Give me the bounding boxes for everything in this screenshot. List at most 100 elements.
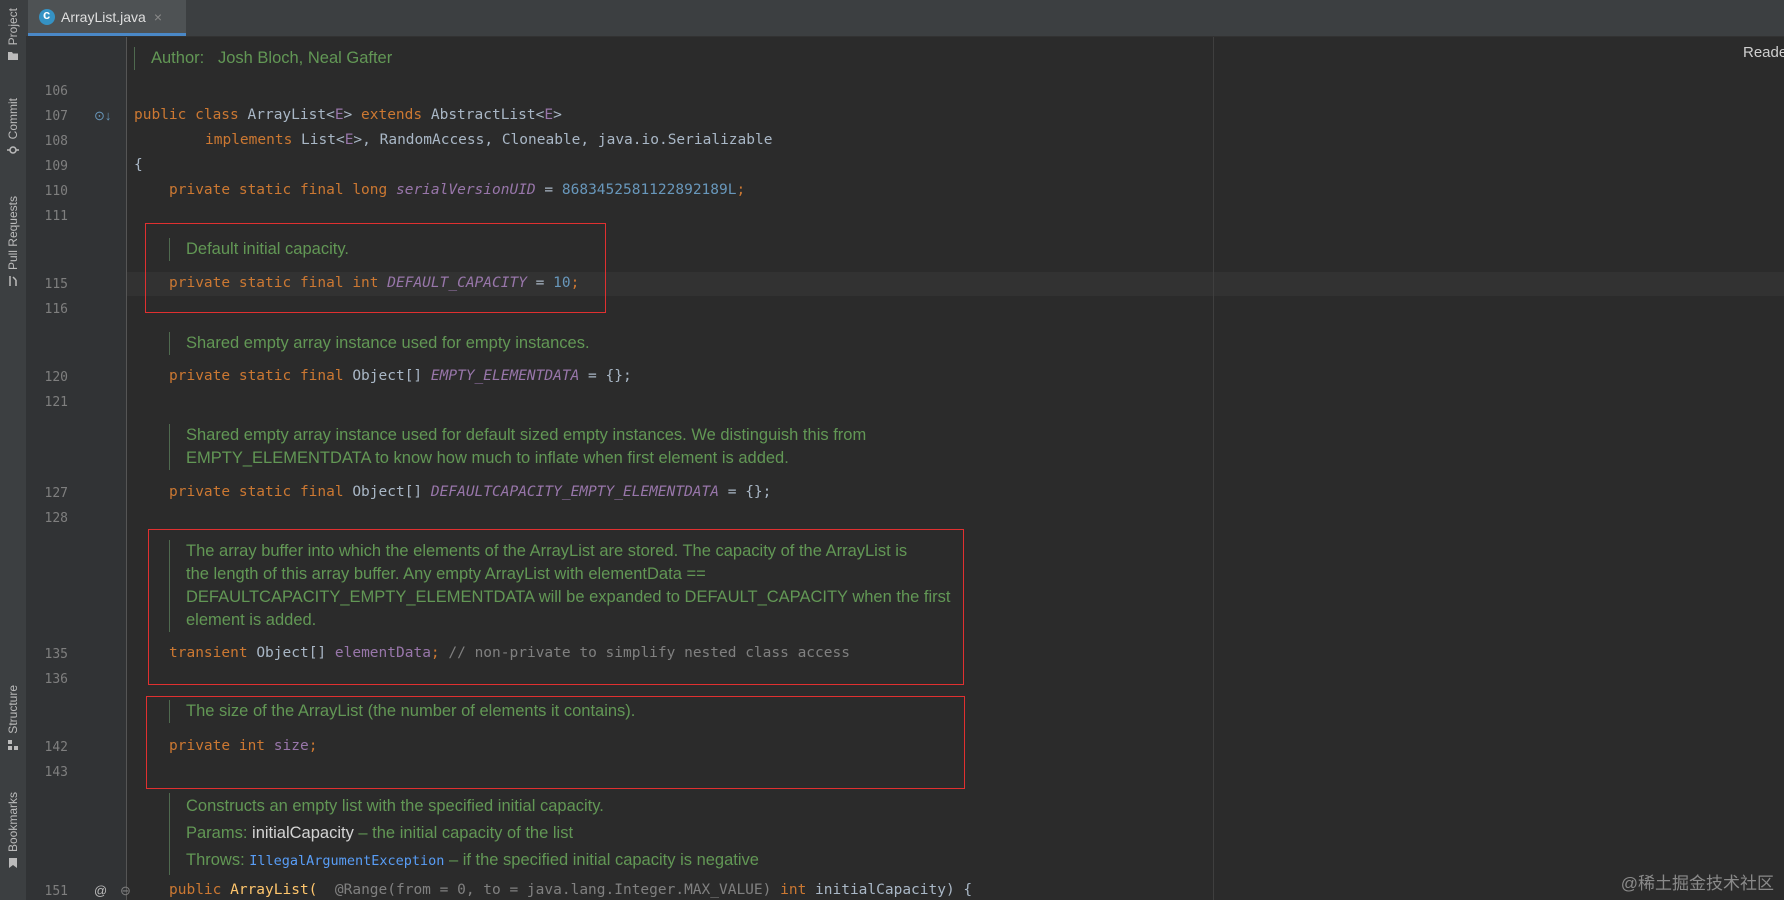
line-number: 142 xyxy=(44,740,68,755)
highlight-box-size xyxy=(146,696,965,789)
keyword: private static final xyxy=(169,368,353,384)
code-text: > xyxy=(553,107,562,123)
code-text: ; xyxy=(736,182,746,198)
type-param: E xyxy=(544,107,554,123)
code-text: List< xyxy=(301,132,345,148)
sidebar-structure-label: Structure xyxy=(6,685,20,734)
annotation: @Range(from = 0, to = java.lang.Integer.… xyxy=(317,882,772,898)
line-number: 106 xyxy=(44,84,68,99)
line-number: 110 xyxy=(44,184,68,199)
doc-throws: Throws: IllegalArgumentException – if th… xyxy=(186,847,759,875)
line-number: 107 xyxy=(44,109,68,124)
field-name: DEFAULTCAPACITY_EMPTY_ELEMENTDATA xyxy=(430,484,719,500)
author-value: Josh Bloch, Neal Gafter xyxy=(217,49,393,67)
sidebar-commit-label: Commit xyxy=(6,98,20,140)
commit-icon xyxy=(7,146,19,155)
superclass: AbstractList< xyxy=(430,107,545,123)
param-desc: – the initial capacity of the list xyxy=(353,824,574,842)
number-literal: 8683452581122892189L xyxy=(561,182,737,198)
doc-empty-elementdata: Shared empty array instance used for emp… xyxy=(169,332,590,355)
sidebar-project-label: Project xyxy=(6,8,20,46)
code-line-127: private static final Object[] DEFAULTCAP… xyxy=(169,484,771,500)
param-name: initialCapacity xyxy=(252,824,354,842)
field-name: EMPTY_ELEMENTDATA xyxy=(430,368,580,384)
code-line-151: public ArrayList( @Range(from = 0, to = … xyxy=(169,882,972,898)
code-text: = {}; xyxy=(579,368,632,384)
highlight-box-element-data xyxy=(148,529,964,685)
code-line-107: public class ArrayList<E> extends Abstra… xyxy=(134,107,562,123)
line-number: 127 xyxy=(44,486,68,501)
fold-icon[interactable]: ⊖ xyxy=(120,883,131,899)
structure-icon xyxy=(8,739,18,750)
throws-desc: – if the specified initial capacity is n… xyxy=(444,851,759,869)
keyword: private static final xyxy=(169,484,353,500)
class-name: ArrayList< xyxy=(247,107,335,123)
keyword: private static final long xyxy=(169,182,396,198)
close-icon[interactable]: × xyxy=(154,9,162,25)
sidebar-item-structure[interactable]: Structure xyxy=(0,685,26,751)
type-name: Object[] xyxy=(352,484,431,500)
code-text: >, RandomAccess, Cloneable, java.io.Seri… xyxy=(353,132,773,148)
sidebar-bookmarks-label: Bookmarks xyxy=(6,792,20,853)
line-number: 143 xyxy=(44,765,68,780)
code-line-109: { xyxy=(134,157,143,173)
doc-line: EMPTY_ELEMENTDATA to know how much to in… xyxy=(186,449,789,467)
sidebar-item-commit[interactable]: Commit xyxy=(0,98,26,156)
line-number: 108 xyxy=(44,134,68,149)
doc-line: Constructs an empty list with the specif… xyxy=(186,797,604,815)
line-number: 135 xyxy=(44,647,68,662)
folder-icon xyxy=(8,52,18,61)
exception-link[interactable]: IllegalArgumentException xyxy=(249,853,444,869)
doc-constructor: Constructs an empty list with the specif… xyxy=(169,793,759,875)
sidebar-item-project[interactable]: Project xyxy=(0,8,26,62)
keyword: extends xyxy=(361,107,431,123)
code-line-110: private static final long serialVersionU… xyxy=(169,182,745,198)
keyword: public class xyxy=(134,107,248,123)
code-text: = {}; xyxy=(719,484,772,500)
line-number: 115 xyxy=(44,277,68,292)
author-label: Author: xyxy=(151,49,205,67)
reader-mode-toggle[interactable]: Reade xyxy=(1743,44,1784,61)
params-label: Params: xyxy=(186,824,248,842)
keyword: implements xyxy=(205,132,302,148)
highlight-box-default-capacity xyxy=(145,223,606,313)
field-name: serialVersionUID xyxy=(395,182,536,198)
author-doc: Author: Josh Bloch, Neal Gafter xyxy=(134,47,392,70)
code-text: = xyxy=(535,182,562,198)
type-param: E xyxy=(334,107,344,123)
line-number: 109 xyxy=(44,159,68,174)
doc-line: Shared empty array instance used for def… xyxy=(186,426,867,444)
parameter: initialCapacity) { xyxy=(815,882,973,898)
sidebar-item-bookmarks[interactable]: Bookmarks xyxy=(0,792,26,869)
doc-defaultcapacity-empty: Shared empty array instance used for def… xyxy=(169,424,866,470)
doc-params: Params: initialCapacity – the initial ca… xyxy=(186,820,759,847)
override-icon[interactable]: ⊙↓ xyxy=(94,108,111,124)
annotation-icon[interactable]: @ xyxy=(94,883,107,898)
bookmark-icon xyxy=(9,858,17,869)
watermark: @稀土掘金技术社区 xyxy=(1620,874,1774,893)
line-number: 120 xyxy=(44,370,68,385)
line-number: 151 xyxy=(44,884,68,899)
code-line-108: implements List<E>, RandomAccess, Clonea… xyxy=(205,132,772,148)
java-class-icon xyxy=(39,7,55,25)
keyword: public xyxy=(169,882,231,898)
pull-request-icon xyxy=(9,276,17,287)
sidebar-pull-requests-label: Pull Requests xyxy=(6,196,20,271)
keyword: int xyxy=(771,882,816,898)
line-number: 121 xyxy=(44,395,68,410)
code-line-120: private static final Object[] EMPTY_ELEM… xyxy=(169,368,632,384)
type-name: Object[] xyxy=(352,368,431,384)
editor-tab-bar: ArrayList.java × xyxy=(26,0,1784,37)
tool-window-sidebar: Project Commit Pull Requests Structure B… xyxy=(0,0,27,900)
line-number: 116 xyxy=(44,302,68,317)
tab-title: ArrayList.java xyxy=(61,8,146,25)
sidebar-item-pull-requests[interactable]: Pull Requests xyxy=(0,196,26,287)
tab-arraylist-java[interactable]: ArrayList.java × xyxy=(28,0,186,36)
right-margin-guide xyxy=(1213,37,1214,900)
line-number: 128 xyxy=(44,511,68,526)
line-number: 111 xyxy=(44,209,68,224)
line-number: 136 xyxy=(44,672,68,687)
code-text: > xyxy=(343,107,362,123)
throws-label: Throws: xyxy=(186,851,245,869)
method-name: ArrayList( xyxy=(230,882,318,898)
